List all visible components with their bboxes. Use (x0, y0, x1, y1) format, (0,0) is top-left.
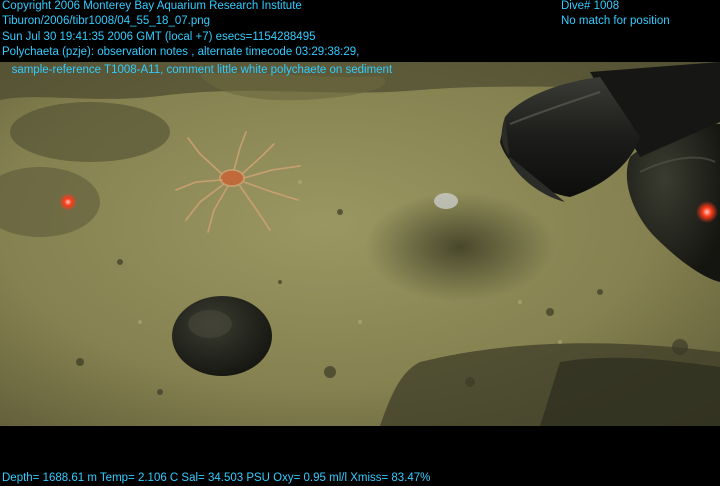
position-status-text: No match for position (561, 15, 670, 27)
seafloor-image (0, 62, 720, 426)
dive-number-text: Dive# 1008 (561, 0, 620, 12)
file-path-text: Tiburon/2006/tibr1008/04_55_18_07.png (2, 15, 211, 27)
video-frame: Copyright 2006 Monterey Bay Aquarium Res… (0, 0, 720, 486)
datetime-text: Sun Jul 30 19:41:35 2006 GMT (local +7) … (2, 31, 316, 43)
sample-reference-text: sample-reference T1008-A11, comment litt… (2, 64, 393, 76)
seafloor-scene (0, 62, 720, 426)
copyright-text: Copyright 2006 Monterey Bay Aquarium Res… (2, 0, 302, 12)
observation-text: Polychaeta (pzje): observation notes , a… (2, 46, 360, 58)
sensor-readout-text: Depth= 1688.61 m Temp= 2.106 C Sal= 34.5… (2, 472, 431, 484)
